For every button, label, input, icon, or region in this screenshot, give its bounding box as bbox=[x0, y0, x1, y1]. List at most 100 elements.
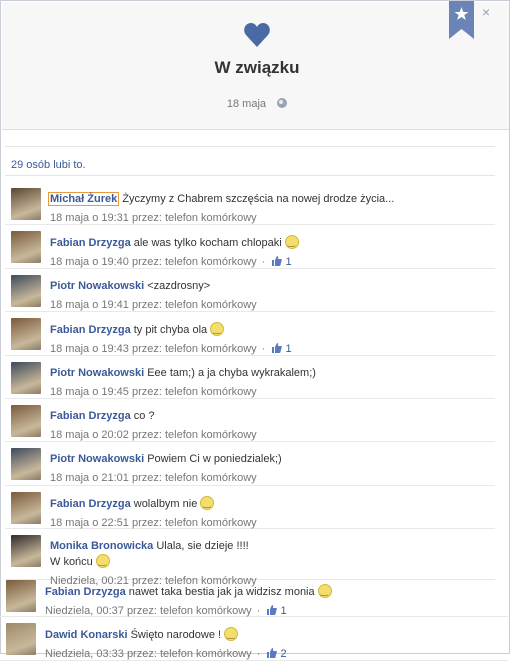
comment-text-line2: W końcu bbox=[50, 556, 93, 569]
comment-text: <zazdrosny> bbox=[147, 279, 211, 292]
comment-author[interactable]: Piotr Nowakowski bbox=[50, 367, 144, 379]
comment-text: ty pit chyba ola bbox=[133, 324, 208, 337]
comment-row: Piotr Nowakowski Eee tam;) a ja chyba wy… bbox=[5, 356, 495, 399]
smiley-icon bbox=[224, 627, 239, 642]
comment-author[interactable]: Fabian Drzyzga bbox=[50, 498, 131, 510]
comment-meta: 18 maja o 19:45 przez: telefon komórkowy bbox=[50, 385, 491, 400]
comment-body: Piotr Nowakowski Eee tam;) a ja chyba wy… bbox=[50, 366, 491, 400]
comment-body: Fabian Drzyzga wolalbym nie 18 maja o 22:… bbox=[50, 495, 491, 531]
smiley-icon bbox=[210, 322, 225, 337]
comment-row: Dawid Konarski Święto narodowe ! Niedziel… bbox=[0, 617, 508, 662]
likes-count-link[interactable]: 29 osób lubi to. bbox=[11, 159, 86, 171]
avatar[interactable] bbox=[11, 404, 41, 437]
comment-text: co ? bbox=[133, 409, 155, 422]
close-icon[interactable]: × bbox=[482, 4, 490, 20]
avatar[interactable] bbox=[11, 491, 41, 524]
comment-body: Fabian Drzyzga nawet taka bestia jak ja … bbox=[45, 584, 504, 619]
comment-timestamp[interactable]: 18 maja o 21:01 przez: telefon komórkowy bbox=[50, 472, 257, 484]
event-date[interactable]: 18 maja bbox=[227, 98, 266, 110]
comment-meta: 18 maja o 21:01 przez: telefon komórkowy bbox=[50, 471, 491, 486]
smiley-icon bbox=[200, 495, 215, 511]
thumbs-up-icon[interactable] bbox=[272, 343, 283, 354]
comment-like-count[interactable]: 2 bbox=[277, 648, 287, 660]
comment-body: Fabian Drzyzga ty pit chyba ola 18 maja o… bbox=[50, 322, 491, 357]
avatar[interactable] bbox=[11, 361, 41, 394]
comment-list-latest: Fabian Drzyzga nawet taka bestia jak ja … bbox=[0, 574, 508, 661]
comment-author[interactable]: Piotr Nowakowski bbox=[50, 453, 144, 465]
comment-row: Michał Żurek Życzymy z Chabrem szczęścia… bbox=[5, 182, 495, 226]
comment-timestamp[interactable]: Niedziela, 03:33 przez: telefon komórkow… bbox=[45, 648, 252, 660]
likes-summary: 29 osób lubi to. bbox=[5, 146, 495, 176]
comment-text: Eee tam;) a ja chyba wykrakalem;) bbox=[147, 366, 316, 379]
comment-timestamp[interactable]: 18 maja o 19:31 przez: telefon komórkowy bbox=[50, 212, 257, 224]
thumbs-up-icon[interactable] bbox=[272, 256, 283, 267]
comment-text: Święto narodowe ! bbox=[130, 629, 222, 642]
comment-row: Fabian Drzyzga ale was tylko kocham chlo… bbox=[5, 225, 495, 270]
smiley-icon bbox=[317, 584, 332, 599]
avatar[interactable] bbox=[11, 448, 41, 481]
life-event-header: W związku 18 maja bbox=[2, 2, 509, 130]
avatar[interactable] bbox=[11, 274, 41, 307]
comment-body: Piotr Nowakowski Powiem Ci w poniedziale… bbox=[50, 452, 491, 486]
comment-body: Dawid Konarski Święto narodowe ! Niedziel… bbox=[45, 627, 504, 662]
comment-author[interactable]: Dawid Konarski bbox=[45, 629, 128, 641]
comment-author[interactable]: Fabian Drzyzga bbox=[50, 410, 131, 422]
avatar[interactable] bbox=[6, 623, 36, 656]
globe-icon[interactable] bbox=[277, 98, 288, 108]
comment-meta: 18 maja o 20:02 przez: telefon komórkowy bbox=[50, 428, 491, 443]
comment-timestamp[interactable]: 18 maja o 19:43 przez: telefon komórkowy bbox=[50, 343, 257, 355]
comment-row: Fabian Drzyzga nawet taka bestia jak ja … bbox=[0, 574, 508, 619]
comment-timestamp[interactable]: 18 maja o 20:02 przez: telefon komórkowy bbox=[50, 429, 257, 441]
comment-author[interactable]: Fabian Drzyzga bbox=[50, 237, 131, 249]
avatar[interactable] bbox=[11, 188, 41, 220]
comment-text: Ulala, sie dzieje !!!! bbox=[156, 540, 249, 553]
smiley-icon bbox=[284, 235, 299, 250]
comment-author[interactable]: Fabian Drzyzga bbox=[45, 586, 126, 598]
avatar[interactable] bbox=[11, 231, 41, 264]
avatar[interactable] bbox=[11, 535, 41, 568]
meta-separator: · bbox=[258, 256, 269, 269]
comment-row: Fabian Drzyzga co ? 18 maja o 20:02 przez… bbox=[5, 399, 495, 443]
comment-text: wolalbym nie bbox=[133, 497, 198, 510]
avatar[interactable] bbox=[11, 318, 41, 351]
comment-row: Piotr Nowakowski Powiem Ci w poniedziale… bbox=[5, 442, 495, 486]
comment-meta: 18 maja o 19:41 przez: telefon komórkowy bbox=[50, 298, 491, 313]
comment-text: ale was tylko kocham chlopaki bbox=[133, 237, 282, 250]
meta-separator: · bbox=[258, 343, 269, 356]
bookmark-star-icon[interactable] bbox=[449, 1, 474, 39]
event-title: W związku bbox=[214, 58, 300, 77]
comment-author[interactable]: Piotr Nowakowski bbox=[50, 280, 144, 292]
comment-author[interactable]: Monika Bronowicka bbox=[50, 540, 153, 552]
thumbs-up-icon[interactable] bbox=[267, 605, 278, 615]
event-date-row: 18 maja bbox=[2, 98, 510, 110]
comment-author[interactable]: Fabian Drzyzga bbox=[50, 324, 131, 336]
smiley-icon bbox=[95, 554, 110, 569]
comment-body: Fabian Drzyzga ale was tylko kocham chlo… bbox=[50, 235, 491, 270]
comment-like-count[interactable]: 1 bbox=[282, 256, 292, 268]
comment-timestamp[interactable]: 18 maja o 22:51 przez: telefon komórkowy bbox=[50, 517, 257, 529]
comment-row: Fabian Drzyzga ty pit chyba ola 18 maja o… bbox=[5, 312, 495, 357]
thumbs-up-icon[interactable] bbox=[267, 648, 278, 659]
comment-list: Michał Żurek Życzymy z Chabrem szczęścia… bbox=[5, 182, 495, 587]
comment-timestamp[interactable]: 18 maja o 19:41 przez: telefon komórkowy bbox=[50, 299, 257, 311]
comment-text: nawet taka bestia jak ja widzisz monia bbox=[128, 586, 315, 598]
comment-meta: 18 maja o 19:31 przez: telefon komórkowy bbox=[50, 211, 491, 226]
comment-timestamp[interactable]: Niedziela, 00:37 przez: telefon komórkow… bbox=[45, 605, 252, 617]
comment-author[interactable]: Michał Żurek bbox=[48, 192, 120, 206]
comment-row: Fabian Drzyzga wolalbym nie 18 maja o 22:… bbox=[5, 486, 495, 531]
comment-body: Fabian Drzyzga co ? 18 maja o 20:02 przez… bbox=[50, 409, 491, 443]
comment-row: Monika Bronowicka Ulala, sie dzieje !!!!… bbox=[5, 529, 495, 587]
heart-icon bbox=[244, 23, 270, 47]
comment-timestamp[interactable]: 18 maja o 19:40 przez: telefon komórkowy bbox=[50, 256, 257, 268]
meta-separator: · bbox=[253, 605, 264, 617]
avatar[interactable] bbox=[6, 580, 36, 612]
comment-body: Michał Żurek Życzymy z Chabrem szczęścia… bbox=[48, 192, 491, 226]
comment-text: Powiem Ci w poniedzialek;) bbox=[147, 453, 282, 466]
comment-like-count[interactable]: 1 bbox=[282, 343, 292, 355]
comment-body: Piotr Nowakowski <zazdrosny> 18 maja o 19… bbox=[50, 279, 491, 313]
meta-separator: · bbox=[253, 648, 264, 661]
comment-timestamp[interactable]: 18 maja o 19:45 przez: telefon komórkowy bbox=[50, 386, 257, 398]
comment-text: Życzymy z Chabrem szczęścia na nowej dro… bbox=[122, 193, 395, 205]
comment-row: Piotr Nowakowski <zazdrosny> 18 maja o 19… bbox=[5, 269, 495, 313]
comment-like-count[interactable]: 1 bbox=[277, 605, 287, 617]
